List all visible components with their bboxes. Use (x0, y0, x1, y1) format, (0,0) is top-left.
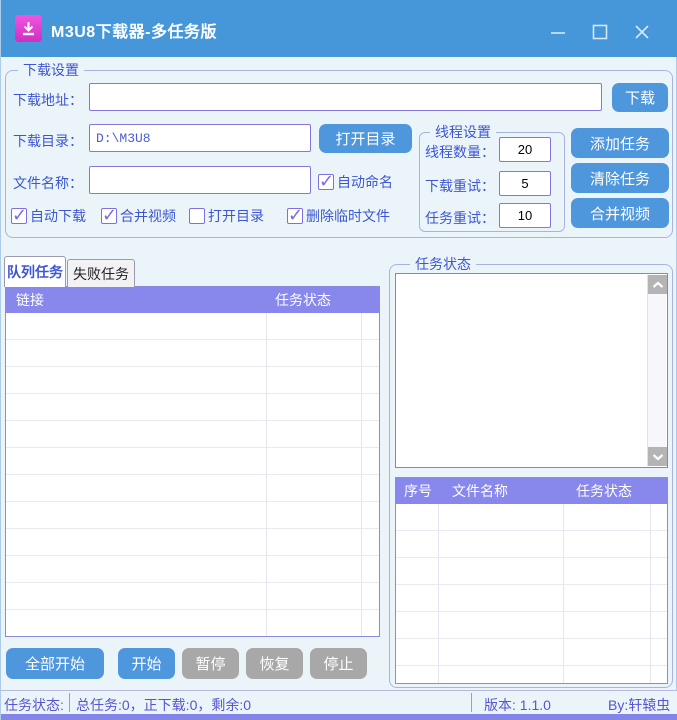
url-label: 下载地址： (13, 92, 83, 108)
minimize-icon (551, 32, 565, 34)
clear-task-button[interactable]: 清除任务 (571, 163, 669, 193)
chevron-up-icon (652, 281, 663, 288)
merge-video-checkbox-label: 合并视频 (120, 208, 176, 224)
stop-button[interactable]: 停止 (310, 648, 367, 679)
start-button[interactable]: 开始 (118, 648, 175, 679)
start-all-button[interactable]: 全部开始 (6, 648, 104, 679)
title-bar[interactable]: M3U8下载器-多任务版 (1, 0, 677, 57)
thread-count-label: 线程数量： (425, 144, 495, 160)
open-folder-checkbox-box (189, 208, 205, 224)
auto-name-checkbox[interactable]: 自动命名 (318, 171, 393, 192)
tab-failed-tasks-label: 失败任务 (73, 265, 129, 282)
dir-label: 下载目录： (13, 133, 83, 149)
open-folder-checkbox[interactable]: 打开目录 (189, 206, 264, 226)
scroll-up-button[interactable] (648, 275, 667, 294)
close-icon (635, 25, 649, 39)
status-col-index: 序号 (404, 483, 432, 499)
delete-temp-checkbox[interactable]: 删除临时文件 (287, 205, 390, 226)
status-bar-summary: 总任务:0，正下载:0，剩余:0 (76, 697, 252, 713)
task-log-text (400, 277, 645, 464)
open-dir-button[interactable]: 打开目录 (319, 124, 412, 153)
tab-failed-tasks[interactable]: 失败任务 (67, 259, 135, 287)
maximize-icon (592, 24, 608, 40)
add-task-button[interactable]: 添加任务 (571, 128, 669, 158)
status-bar-divider-2 (471, 693, 472, 712)
merge-video-button[interactable]: 合并视频 (571, 198, 669, 228)
merge-video-checkbox[interactable]: 合并视频 (101, 205, 176, 226)
bottom-accent-strip (1, 714, 677, 720)
auto-name-checkbox-box (318, 171, 334, 192)
auto-download-checkbox-label: 自动下载 (30, 208, 86, 224)
task-retry-label: 任务重试： (425, 210, 495, 226)
close-button[interactable] (627, 20, 657, 44)
filename-input[interactable] (89, 166, 311, 194)
status-bar-divider (69, 693, 70, 712)
merge-video-checkbox-box (101, 205, 117, 226)
status-bar: 任务状态: 总任务:0，正下载:0，剩余:0 版本: 1.1.0 By:轩辕虫 (1, 690, 677, 714)
status-table-header: 序号 文件名称 任务状态 (396, 478, 667, 504)
status-bar-author: By:轩辕虫 (608, 697, 671, 713)
queue-table-header: 链接 任务状态 (6, 287, 379, 313)
download-retry-label: 下载重试： (425, 178, 495, 194)
dir-input[interactable] (89, 124, 311, 152)
download-retry-input[interactable] (499, 171, 551, 196)
delete-temp-checkbox-label: 删除临时文件 (306, 208, 390, 224)
task-retry-input[interactable] (499, 203, 551, 228)
status-table-body[interactable] (396, 504, 667, 683)
minimize-button[interactable] (543, 20, 573, 44)
auto-name-checkbox-label: 自动命名 (337, 174, 393, 190)
queue-col-status: 任务状态 (275, 292, 331, 308)
queue-table: 链接 任务状态 (5, 286, 380, 637)
tab-queue-tasks-label: 队列任务 (7, 264, 63, 280)
status-col-status: 任务状态 (576, 483, 632, 499)
open-folder-checkbox-label: 打开目录 (208, 208, 264, 224)
pause-button[interactable]: 暂停 (182, 648, 239, 679)
queue-table-body[interactable] (6, 313, 379, 636)
url-input[interactable] (89, 83, 602, 111)
tab-queue-tasks[interactable]: 队列任务 (4, 256, 66, 287)
download-button[interactable]: 下载 (612, 83, 668, 112)
auto-download-checkbox[interactable]: 自动下载 (11, 205, 86, 226)
chevron-down-icon (652, 453, 663, 460)
status-table: 序号 文件名称 任务状态 (395, 477, 668, 684)
app-logo-icon (15, 15, 42, 42)
status-bar-label: 任务状态: (4, 697, 64, 713)
task-status-group-label: 任务状态 (410, 256, 476, 273)
queue-col-link: 链接 (16, 292, 44, 308)
window-title: M3U8下载器-多任务版 (51, 24, 218, 41)
filename-label: 文件名称： (13, 175, 83, 191)
status-col-filename: 文件名称 (452, 483, 508, 499)
auto-download-checkbox-box (11, 205, 27, 226)
resume-button[interactable]: 恢复 (246, 648, 303, 679)
download-settings-group-label: 下载设置 (18, 62, 84, 79)
thread-count-input[interactable] (499, 137, 551, 162)
delete-temp-checkbox-box (287, 205, 303, 226)
status-bar-version: 版本: 1.1.0 (484, 697, 551, 713)
scroll-down-button[interactable] (648, 447, 667, 466)
app-window: M3U8下载器-多任务版 下载设置 下载地址： 下载 下载目录： 打开目录 文件… (0, 0, 677, 720)
maximize-button[interactable] (585, 20, 615, 44)
task-log-area[interactable] (395, 273, 668, 468)
log-scrollbar[interactable] (647, 275, 667, 466)
thread-settings-group-label: 线程设置 (430, 124, 496, 141)
download-icon (22, 22, 35, 36)
